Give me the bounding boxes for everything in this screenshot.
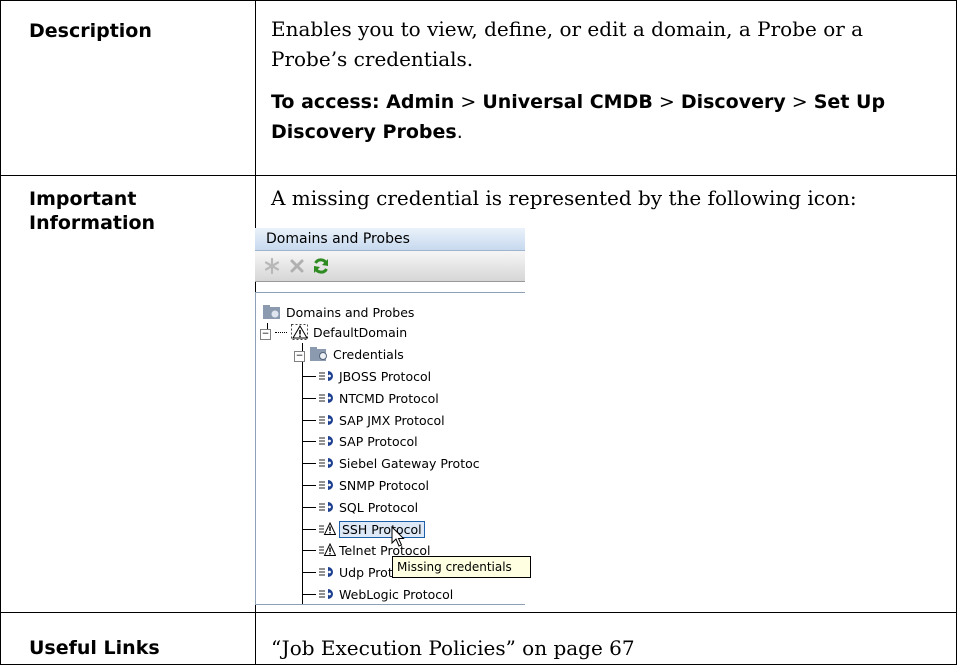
tree-connector (302, 376, 316, 377)
tree-protocol-item[interactable]: JBOSS Protocol (302, 367, 431, 387)
tree-protocol-item[interactable]: NTCMD Protocol (302, 389, 439, 409)
tree-connector (302, 419, 316, 421)
row-divider-1 (0, 175, 957, 176)
credential-icon (319, 567, 333, 578)
access-path: To access: Admin > Universal CMDB > Disc… (271, 91, 886, 143)
info-table: Description Important Information Useful… (0, 0, 957, 665)
credential-icon (319, 480, 333, 490)
path-sep-1: > (454, 91, 483, 113)
warning-domain-icon (290, 324, 308, 340)
tree-connector (302, 463, 316, 465)
new-icon[interactable] (262, 256, 282, 276)
tree-protocol-item[interactable]: WebLogic Protocol (302, 585, 454, 604)
tree-connector (302, 572, 316, 574)
tree-protocol-label: WebLogic Protocol (339, 587, 454, 602)
tree-connector (302, 485, 316, 486)
tree-protocol-label: NTCMD Protocol (339, 390, 439, 406)
path-admin: Admin (386, 91, 455, 113)
panel-toolbar (255, 251, 525, 282)
mouse-cursor-icon (391, 526, 405, 547)
collapse-icon[interactable]: − (260, 329, 271, 340)
job-execution-policies-link[interactable]: “Job Execution Policies” on page 67 (271, 636, 635, 660)
table-border-top (0, 0, 957, 1)
tree-protocol-item[interactable]: SNMP Protocol (302, 476, 429, 496)
path-sep-2: > (652, 91, 681, 113)
domains-probes-icon (263, 305, 280, 319)
credential-icon (319, 371, 333, 381)
tree-connector (302, 441, 316, 443)
access-intro: To access: (271, 91, 387, 113)
tree-protocol-label: JBOSS Protocol (339, 369, 432, 384)
tree-root[interactable]: Domains and Probes (262, 303, 414, 323)
row-divider-2 (0, 612, 957, 613)
tree-domain[interactable]: − DefaultDomain (260, 323, 407, 343)
tree-credentials-label: Credentials (332, 347, 404, 362)
path-sep-3: > (785, 91, 814, 113)
tree-connector (302, 550, 316, 552)
credential-icon (319, 436, 333, 447)
tree-connector (302, 506, 316, 508)
path-discovery: Discovery (680, 91, 786, 113)
credential-icon (319, 458, 333, 469)
tree-protocol-label: SAP Protocol (339, 434, 418, 450)
important-text: A missing credential is represented by t… (271, 186, 857, 210)
credentials-folder-icon (309, 347, 327, 361)
domains-probes-panel-title: Domains and Probes (255, 228, 525, 251)
tree-protocol-item[interactable]: SSH Protocol (302, 520, 425, 540)
tree-protocol-label: SNMP Protocol (339, 478, 429, 493)
missing-credential-icon (319, 521, 337, 535)
tree-protocol-label: SAP JMX Protocol (339, 412, 445, 428)
tree-protocol-item[interactable]: SAP JMX Protocol (302, 411, 445, 431)
tree-connector (302, 397, 316, 399)
tree-connector (302, 528, 316, 530)
refresh-icon[interactable] (311, 256, 331, 276)
missing-credentials-tooltip: Missing credentials (392, 556, 531, 578)
collapse-icon[interactable]: − (294, 351, 305, 362)
row-header-description: Description (29, 20, 152, 42)
table-border-left (0, 0, 1, 665)
tree-protocol-label: Siebel Gateway Protoc (339, 456, 480, 472)
missing-credential-icon (319, 543, 337, 557)
tree-connector (302, 594, 316, 595)
row-header-important-information: Important Information (29, 188, 156, 234)
delete-icon[interactable] (287, 256, 307, 276)
tree-protocol-item[interactable]: SAP Protocol (302, 432, 418, 452)
tree-protocol-label: SSH Protocol (339, 520, 425, 538)
description-text: Enables you to view, define, or edit a d… (271, 17, 864, 71)
tree-domain-label: DefaultDomain (312, 325, 408, 340)
row-header-useful-links: Useful Links (29, 637, 160, 659)
tree-protocol-label: SQL Protocol (339, 499, 419, 515)
credential-icon (319, 589, 333, 599)
tree-protocol-item[interactable]: Siebel Gateway Protoc (302, 454, 480, 474)
credential-icon (319, 414, 333, 425)
credential-icon (319, 392, 333, 403)
tree-credentials-folder[interactable]: − Credentials (294, 345, 404, 365)
tree-protocol-item[interactable]: SQL Protocol (302, 498, 418, 518)
credential-icon (319, 501, 333, 512)
tree-root-label: Domains and Probes (285, 305, 415, 320)
path-universal-cmdb: Universal CMDB (482, 91, 653, 113)
